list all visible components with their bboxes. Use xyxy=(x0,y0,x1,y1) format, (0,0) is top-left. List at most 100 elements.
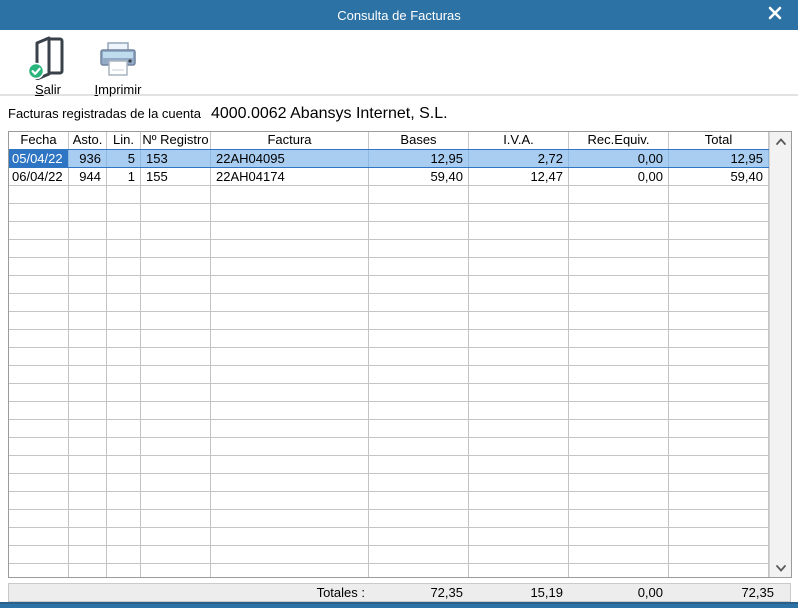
table-cell-empty xyxy=(141,546,211,563)
table-row-empty xyxy=(9,456,769,474)
cell-registro[interactable]: 155 xyxy=(141,168,211,185)
cell-lin[interactable]: 5 xyxy=(107,150,141,167)
table-cell-empty xyxy=(107,492,141,509)
cell-factura[interactable]: 22AH04174 xyxy=(211,168,369,185)
close-button[interactable] xyxy=(764,5,786,25)
cell-fecha[interactable]: 05/04/22 xyxy=(9,150,69,167)
printer-icon xyxy=(98,36,138,80)
scroll-down-icon[interactable] xyxy=(770,559,792,577)
table-row-empty xyxy=(9,312,769,330)
cell-recequiv[interactable]: 0,00 xyxy=(569,150,669,167)
table-cell-empty xyxy=(211,240,369,257)
cell-bases[interactable]: 59,40 xyxy=(369,168,469,185)
cell-lin[interactable]: 1 xyxy=(107,168,141,185)
column-header-lin: Lin. xyxy=(107,132,141,149)
table-cell-empty xyxy=(469,204,569,221)
table-cell-empty xyxy=(569,402,669,419)
table-cell-empty xyxy=(211,366,369,383)
table-cell-empty xyxy=(9,474,69,491)
imprimir-button[interactable]: Imprimir xyxy=(88,34,148,97)
table-cell-empty xyxy=(669,546,769,563)
table-cell-empty xyxy=(469,456,569,473)
table-cell-empty xyxy=(107,240,141,257)
vertical-scrollbar[interactable] xyxy=(769,132,791,577)
scroll-up-icon[interactable] xyxy=(770,132,792,150)
table-cell-empty xyxy=(9,258,69,275)
table-cell-empty xyxy=(141,294,211,311)
cell-fecha[interactable]: 06/04/22 xyxy=(9,168,69,185)
column-header-iva: I.V.A. xyxy=(469,132,569,149)
table-cell-empty xyxy=(469,258,569,275)
table-row-empty xyxy=(9,402,769,420)
cell-factura[interactable]: 22AH04095 xyxy=(211,150,369,167)
table-cell-empty xyxy=(369,492,469,509)
table-cell-empty xyxy=(9,438,69,455)
table-cell-empty xyxy=(369,474,469,491)
cell-total[interactable]: 12,95 xyxy=(669,150,769,167)
table-row-empty xyxy=(9,276,769,294)
table-cell-empty xyxy=(211,528,369,545)
salir-button[interactable]: Salir xyxy=(18,34,78,97)
table-row[interactable]: 06/04/22 944 1 155 22AH04174 59,40 12,47… xyxy=(9,168,769,186)
table-cell-empty xyxy=(469,276,569,293)
table-cell-empty xyxy=(469,402,569,419)
table-cell-empty xyxy=(107,186,141,203)
table-cell-empty xyxy=(211,456,369,473)
column-header-bases: Bases xyxy=(369,132,469,149)
table-cell-empty xyxy=(141,276,211,293)
table-cell-empty xyxy=(211,384,369,401)
table-cell-empty xyxy=(107,456,141,473)
table-cell-empty xyxy=(469,294,569,311)
table-cell-empty xyxy=(569,546,669,563)
cell-total[interactable]: 59,40 xyxy=(669,168,769,185)
table-cell-empty xyxy=(669,330,769,347)
table-cell-empty xyxy=(669,204,769,221)
table-cell-empty xyxy=(69,186,107,203)
table-cell-empty xyxy=(141,222,211,239)
table-cell-empty xyxy=(569,330,669,347)
table-row-selected[interactable]: 05/04/22 936 5 153 22AH04095 12,95 2,72 … xyxy=(9,149,769,168)
table-cell-empty xyxy=(69,330,107,347)
table-cell-empty xyxy=(469,528,569,545)
table-cell-empty xyxy=(569,474,669,491)
cell-bases[interactable]: 12,95 xyxy=(369,150,469,167)
table-cell-empty xyxy=(669,492,769,509)
table-cell-empty xyxy=(669,384,769,401)
cell-recequiv[interactable]: 0,00 xyxy=(569,168,669,185)
column-header-recequiv: Rec.Equiv. xyxy=(569,132,669,149)
table-cell-empty xyxy=(141,204,211,221)
table-cell-empty xyxy=(469,474,569,491)
table-cell-empty xyxy=(69,312,107,329)
table-cell-empty xyxy=(9,294,69,311)
table-cell-empty xyxy=(141,186,211,203)
cell-iva[interactable]: 12,47 xyxy=(469,168,569,185)
table-cell-empty xyxy=(469,420,569,437)
table-cell-empty xyxy=(9,330,69,347)
cell-asto[interactable]: 936 xyxy=(69,150,107,167)
totals-total: 72,35 xyxy=(669,585,790,600)
cell-registro[interactable]: 153 xyxy=(141,150,211,167)
table-cell-empty xyxy=(569,492,669,509)
table-cell-empty xyxy=(69,402,107,419)
cell-asto[interactable]: 944 xyxy=(69,168,107,185)
table-cell-empty xyxy=(211,348,369,365)
column-header-asto: Asto. xyxy=(69,132,107,149)
table-cell-empty xyxy=(69,438,107,455)
table-cell-empty xyxy=(569,510,669,527)
close-icon xyxy=(767,5,783,26)
totals-recequiv: 0,00 xyxy=(569,585,669,600)
table-cell-empty xyxy=(211,420,369,437)
table-cell-empty xyxy=(107,402,141,419)
table-row-empty xyxy=(9,366,769,384)
table-cell-empty xyxy=(107,276,141,293)
table-cell-empty xyxy=(369,312,469,329)
table-cell-empty xyxy=(669,348,769,365)
table-cell-empty xyxy=(469,348,569,365)
table-cell-empty xyxy=(669,276,769,293)
table-cell-empty xyxy=(69,366,107,383)
table-cell-empty xyxy=(211,474,369,491)
table-cell-empty xyxy=(69,258,107,275)
cell-iva[interactable]: 2,72 xyxy=(469,150,569,167)
grid-area: Fecha Asto. Lin. Nº Registro Factura Bas… xyxy=(9,132,769,577)
table-cell-empty xyxy=(369,258,469,275)
